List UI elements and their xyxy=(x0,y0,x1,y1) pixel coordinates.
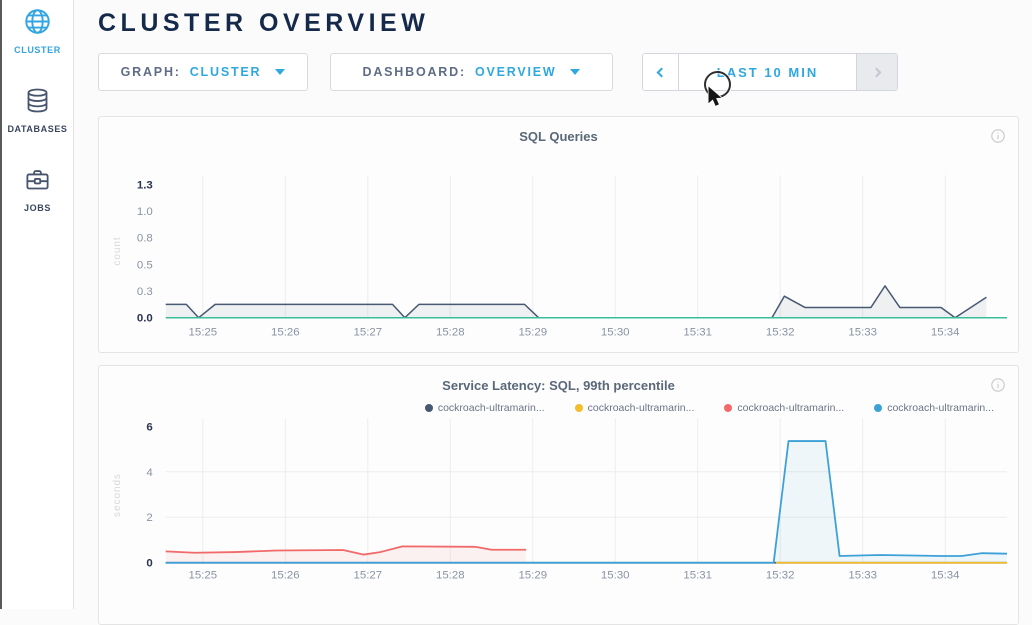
time-window-selector: LAST 10 MIN xyxy=(642,53,898,91)
page-title: CLUSTER OVERVIEW xyxy=(98,9,1019,38)
dashboard-dropdown-label: DASHBOARD: xyxy=(363,65,466,79)
legend-item[interactable]: cockroach-ultramarin... xyxy=(724,401,844,414)
controls-row: GRAPH: CLUSTER DASHBOARD: OVERVIEW LAST … xyxy=(98,53,1019,91)
graph-dropdown-value: CLUSTER xyxy=(190,65,262,79)
sidebar-item-databases[interactable]: DATABASES xyxy=(7,87,67,134)
databases-icon xyxy=(24,87,51,119)
dashboard-dropdown-value: OVERVIEW xyxy=(475,65,557,79)
svg-text:0.0: 0.0 xyxy=(137,313,153,325)
time-window-dropdown[interactable]: LAST 10 MIN xyxy=(679,54,856,90)
legend-item[interactable]: cockroach-ultramarin... xyxy=(874,401,994,414)
briefcase-icon xyxy=(24,166,51,198)
sidebar-item-jobs[interactable]: JOBS xyxy=(24,166,51,213)
sidebar: CLUSTER DATABASES JOBS xyxy=(2,0,74,609)
graph-dropdown-label: GRAPH: xyxy=(121,65,181,79)
sidebar-item-label: DATABASES xyxy=(7,124,67,134)
chart-title: Service Latency: SQL, 99th percentile xyxy=(99,366,1018,393)
info-icon[interactable] xyxy=(991,129,1005,143)
svg-text:2: 2 xyxy=(146,512,152,524)
sql-queries-chart[interactable]: 0.0 0.3 0.5 0.8 1.0 1.3 15:25 15:26 15:27 15:28 15… xyxy=(99,155,1018,350)
svg-text:0: 0 xyxy=(146,558,152,570)
svg-text:1.3: 1.3 xyxy=(137,179,153,191)
svg-text:15:31: 15:31 xyxy=(683,570,712,582)
svg-text:seconds: seconds xyxy=(112,473,123,517)
sql-queries-panel: SQL Queries 0.0 0.3 0.5 0.8 1.0 1.3 15:25 15:26… xyxy=(98,116,1019,353)
time-window-next-button[interactable] xyxy=(856,54,897,90)
service-latency-chart[interactable]: 0 2 4 6 15:25 15:26 15:27 15:28 15:29 15:30 15:31 1… xyxy=(99,418,1018,583)
svg-text:15:33: 15:33 xyxy=(848,570,877,582)
time-window-prev-button[interactable] xyxy=(643,54,679,90)
svg-text:15:34: 15:34 xyxy=(931,327,960,339)
svg-text:15:34: 15:34 xyxy=(931,570,960,582)
legend-dot-icon xyxy=(724,404,732,412)
legend-label: cockroach-ultramarin... xyxy=(438,402,545,414)
svg-text:0.8: 0.8 xyxy=(137,233,153,245)
svg-text:15:29: 15:29 xyxy=(518,327,547,339)
time-window-label: LAST 10 MIN xyxy=(717,65,818,80)
globe-icon xyxy=(24,8,51,40)
svg-text:15:26: 15:26 xyxy=(271,570,300,582)
dashboard-dropdown[interactable]: DASHBOARD: OVERVIEW xyxy=(330,53,613,91)
svg-text:0.5: 0.5 xyxy=(137,259,153,271)
svg-text:15:25: 15:25 xyxy=(189,570,218,582)
svg-text:15:26: 15:26 xyxy=(271,327,300,339)
svg-text:count: count xyxy=(112,236,123,265)
legend-label: cockroach-ultramarin... xyxy=(588,402,695,414)
legend: cockroach-ultramarin... cockroach-ultrama… xyxy=(99,401,1018,414)
chart-title: SQL Queries xyxy=(99,117,1018,144)
chevron-down-icon xyxy=(275,69,285,75)
svg-text:15:29: 15:29 xyxy=(518,570,547,582)
legend-item[interactable]: cockroach-ultramarin... xyxy=(425,401,545,414)
sidebar-item-label: JOBS xyxy=(24,203,51,213)
svg-text:15:31: 15:31 xyxy=(683,327,712,339)
svg-text:15:33: 15:33 xyxy=(848,327,877,339)
legend-label: cockroach-ultramarin... xyxy=(887,402,994,414)
graph-dropdown[interactable]: GRAPH: CLUSTER xyxy=(98,53,308,91)
svg-text:15:28: 15:28 xyxy=(436,327,465,339)
svg-text:15:30: 15:30 xyxy=(601,327,630,339)
svg-text:15:32: 15:32 xyxy=(766,327,795,339)
chevron-right-icon xyxy=(871,67,881,77)
chevron-left-icon xyxy=(657,67,667,77)
svg-text:15:30: 15:30 xyxy=(601,570,630,582)
svg-text:15:27: 15:27 xyxy=(353,570,382,582)
sidebar-item-cluster[interactable]: CLUSTER xyxy=(14,8,61,55)
svg-text:4: 4 xyxy=(146,467,153,479)
svg-text:6: 6 xyxy=(146,421,152,433)
svg-text:0.3: 0.3 xyxy=(137,286,153,298)
legend-dot-icon xyxy=(425,404,433,412)
legend-item[interactable]: cockroach-ultramarin... xyxy=(575,401,695,414)
info-icon[interactable] xyxy=(991,378,1005,392)
legend-label: cockroach-ultramarin... xyxy=(737,402,844,414)
svg-text:1.0: 1.0 xyxy=(137,206,153,218)
svg-text:15:32: 15:32 xyxy=(766,570,795,582)
legend-dot-icon xyxy=(575,404,583,412)
main-content: CLUSTER OVERVIEW GRAPH: CLUSTER DASHBOAR… xyxy=(76,0,1032,625)
service-latency-panel: Service Latency: SQL, 99th percentile co… xyxy=(98,365,1019,625)
svg-text:15:25: 15:25 xyxy=(189,327,218,339)
legend-dot-icon xyxy=(874,404,882,412)
sidebar-item-label: CLUSTER xyxy=(14,45,61,55)
svg-text:15:28: 15:28 xyxy=(436,570,465,582)
svg-text:15:27: 15:27 xyxy=(353,327,382,339)
chevron-down-icon xyxy=(570,69,580,75)
